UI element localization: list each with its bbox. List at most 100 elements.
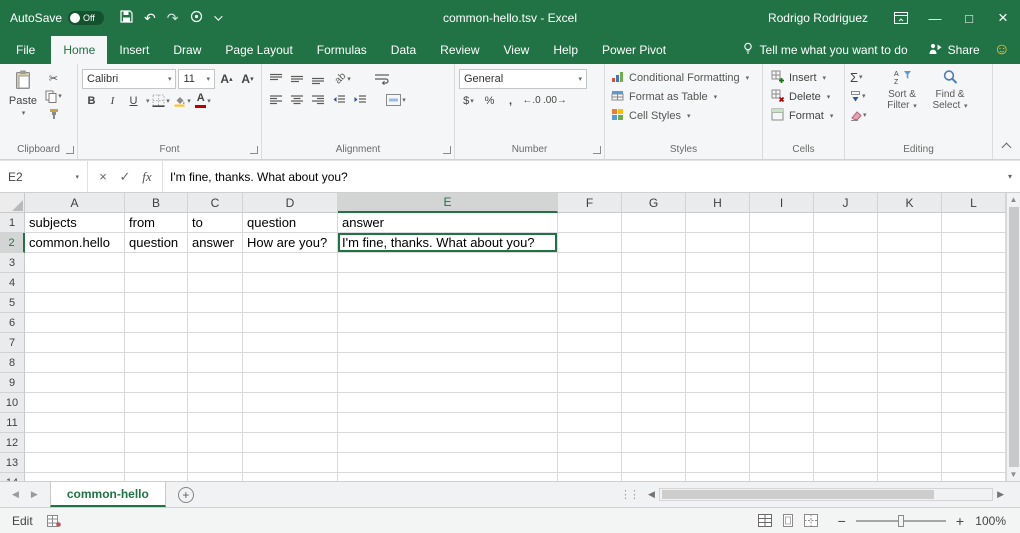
cell-G2[interactable] — [622, 233, 686, 253]
cell-D6[interactable] — [243, 313, 338, 333]
cell-I12[interactable] — [750, 433, 814, 453]
cell-J3[interactable] — [814, 253, 878, 273]
cell-E6[interactable] — [338, 313, 558, 333]
cell-A8[interactable] — [25, 353, 125, 373]
align-top-icon[interactable] — [266, 69, 285, 88]
font-name-select[interactable]: Calibri▾ — [82, 69, 176, 89]
name-box-dropdown-arrow[interactable]: ▾ — [75, 173, 79, 181]
tell-me-box[interactable]: Tell me what you want to do — [736, 42, 914, 58]
cell-I13[interactable] — [750, 453, 814, 473]
cell-F4[interactable] — [558, 273, 622, 293]
page-layout-view-icon[interactable] — [779, 512, 797, 530]
cell-H3[interactable] — [686, 253, 750, 273]
cell-L11[interactable] — [942, 413, 1006, 433]
merge-center-icon[interactable]: ▾ — [379, 90, 413, 109]
cell-E13[interactable] — [338, 453, 558, 473]
cell-D14[interactable] — [243, 473, 338, 481]
tab-insert[interactable]: Insert — [107, 36, 161, 64]
cell-G9[interactable] — [622, 373, 686, 393]
cell-F14[interactable] — [558, 473, 622, 481]
cancel-icon[interactable]: × — [92, 161, 114, 192]
cell-I8[interactable] — [750, 353, 814, 373]
cell-H1[interactable] — [686, 213, 750, 233]
cell-G12[interactable] — [622, 433, 686, 453]
cell-D4[interactable] — [243, 273, 338, 293]
column-header-A[interactable]: A — [25, 193, 125, 213]
underline-dropdown-arrow[interactable]: ▾ — [146, 97, 150, 105]
cell-F9[interactable] — [558, 373, 622, 393]
cell-I3[interactable] — [750, 253, 814, 273]
cell-I9[interactable] — [750, 373, 814, 393]
decrease-font-size-icon[interactable]: A▾ — [238, 70, 257, 89]
format-as-table-button[interactable]: Format as Table▾ — [607, 87, 760, 106]
cell-G10[interactable] — [622, 393, 686, 413]
cell-J14[interactable] — [814, 473, 878, 481]
cell-D3[interactable] — [243, 253, 338, 273]
cell-J12[interactable] — [814, 433, 878, 453]
horizontal-scroll-thumb[interactable] — [662, 490, 934, 499]
cell-J10[interactable] — [814, 393, 878, 413]
scroll-up-icon[interactable]: ▲ — [1010, 195, 1018, 204]
font-color-icon[interactable]: A ▾ — [194, 91, 213, 110]
cell-K14[interactable] — [878, 473, 942, 481]
cell-C6[interactable] — [188, 313, 243, 333]
cell-J13[interactable] — [814, 453, 878, 473]
cell-I6[interactable] — [750, 313, 814, 333]
number-dialog-launcher-icon[interactable] — [593, 146, 601, 154]
tab-review[interactable]: Review — [428, 36, 491, 64]
select-all-button[interactable] — [0, 193, 25, 213]
decrease-indent-icon[interactable] — [329, 90, 348, 109]
cell-D12[interactable] — [243, 433, 338, 453]
cell-L8[interactable] — [942, 353, 1006, 373]
cell-G3[interactable] — [622, 253, 686, 273]
cell-C13[interactable] — [188, 453, 243, 473]
cell-C4[interactable] — [188, 273, 243, 293]
cell-A13[interactable] — [25, 453, 125, 473]
number-format-select[interactable]: General▾ — [459, 69, 587, 89]
tab-draw[interactable]: Draw — [161, 36, 213, 64]
delete-cells-button[interactable]: Delete▾ — [765, 87, 842, 106]
cell-F11[interactable] — [558, 413, 622, 433]
cell-J8[interactable] — [814, 353, 878, 373]
cell-H12[interactable] — [686, 433, 750, 453]
cell-L13[interactable] — [942, 453, 1006, 473]
maximize-button[interactable]: □ — [952, 0, 986, 36]
autosum-button[interactable]: Σ▾ — [847, 68, 877, 86]
row-header-8[interactable]: 8 — [0, 353, 25, 373]
alignment-dialog-launcher-icon[interactable] — [443, 146, 451, 154]
cell-L3[interactable] — [942, 253, 1006, 273]
tab-page-layout[interactable]: Page Layout — [213, 36, 304, 64]
cell-G11[interactable] — [622, 413, 686, 433]
cell-B9[interactable] — [125, 373, 188, 393]
cell-D9[interactable] — [243, 373, 338, 393]
cell-J2[interactable] — [814, 233, 878, 253]
column-header-I[interactable]: I — [750, 193, 814, 213]
cell-B8[interactable] — [125, 353, 188, 373]
cell-K3[interactable] — [878, 253, 942, 273]
cell-F10[interactable] — [558, 393, 622, 413]
cell-E8[interactable] — [338, 353, 558, 373]
cell-C11[interactable] — [188, 413, 243, 433]
row-header-5[interactable]: 5 — [0, 293, 25, 313]
cell-C14[interactable] — [188, 473, 243, 481]
cell-G5[interactable] — [622, 293, 686, 313]
cell-I7[interactable] — [750, 333, 814, 353]
tab-formulas[interactable]: Formulas — [305, 36, 379, 64]
cell-B1[interactable]: from — [125, 213, 188, 233]
cell-F8[interactable] — [558, 353, 622, 373]
feedback-smiley-icon[interactable]: ☺ — [994, 42, 1010, 58]
zoom-slider-handle[interactable] — [898, 515, 904, 527]
increase-indent-icon[interactable] — [350, 90, 369, 109]
insert-function-icon[interactable]: fx — [136, 161, 158, 192]
cell-L7[interactable] — [942, 333, 1006, 353]
zoom-slider[interactable] — [856, 520, 946, 522]
cell-B2[interactable]: question — [125, 233, 188, 253]
cell-K12[interactable] — [878, 433, 942, 453]
cell-H10[interactable] — [686, 393, 750, 413]
cell-B3[interactable] — [125, 253, 188, 273]
cell-K10[interactable] — [878, 393, 942, 413]
cell-B6[interactable] — [125, 313, 188, 333]
cell-J4[interactable] — [814, 273, 878, 293]
underline-button[interactable]: U — [124, 91, 143, 110]
share-button[interactable]: Share — [922, 42, 986, 58]
